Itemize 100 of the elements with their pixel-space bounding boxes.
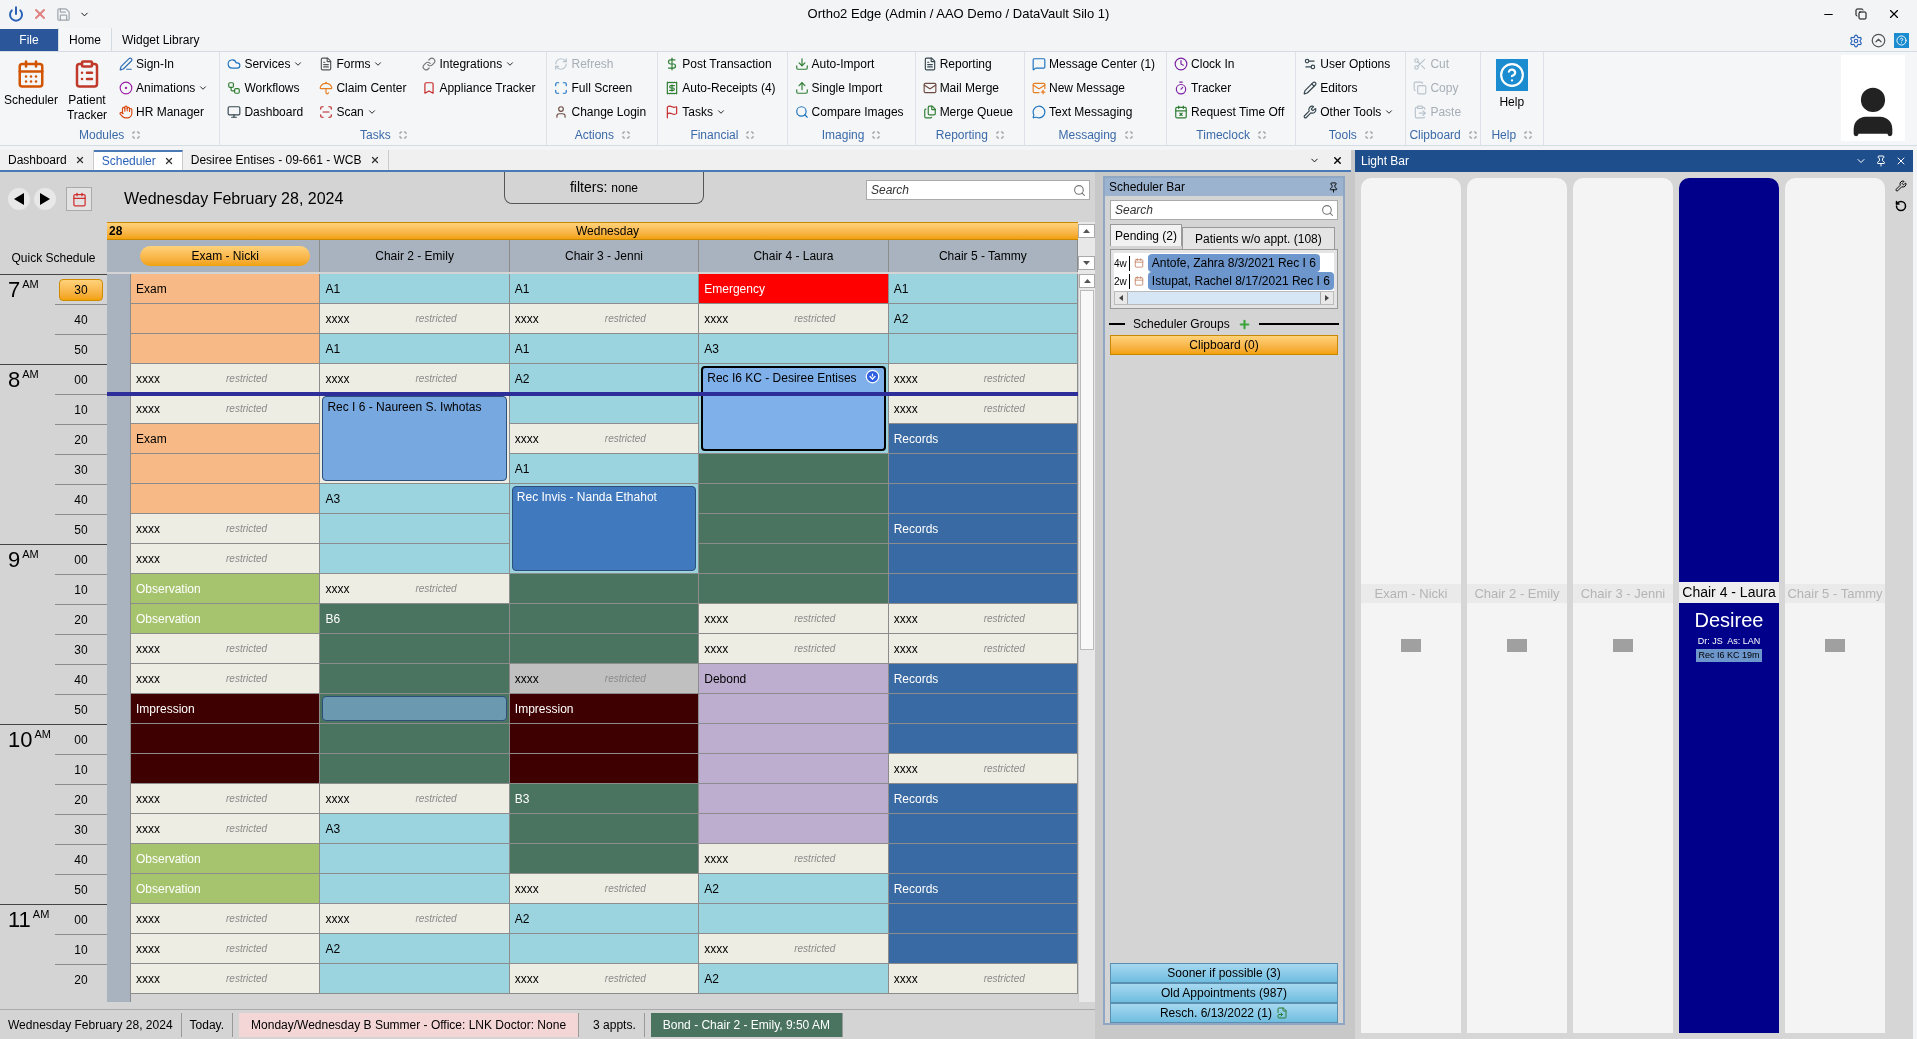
- clipboard-bar[interactable]: Clipboard (0): [1110, 335, 1338, 355]
- ribbon-button[interactable]: Appliance Tracker: [422, 79, 544, 97]
- dialog-launcher-icon[interactable]: [132, 131, 141, 139]
- schedule-slot[interactable]: A1: [888, 274, 1079, 304]
- group-bar[interactable]: Resch. 6/13/2022 (1): [1110, 1003, 1338, 1023]
- schedule-slot[interactable]: xxxx restricted: [509, 964, 700, 994]
- dialog-launcher-icon[interactable]: [1257, 131, 1266, 139]
- ribbon-button[interactable]: Animations: [119, 79, 217, 97]
- ribbon-button[interactable]: Mail Merge: [922, 79, 1021, 97]
- schedule-slot[interactable]: [509, 724, 700, 754]
- schedule-slot[interactable]: Records: [888, 514, 1079, 544]
- schedule-slot[interactable]: xxxx restricted: [320, 904, 510, 934]
- schedule-slot[interactable]: A1: [509, 274, 700, 304]
- schedule-slot[interactable]: [509, 754, 700, 784]
- ribbon-button[interactable]: HR Manager: [119, 103, 217, 121]
- minute-label[interactable]: 40: [59, 308, 103, 331]
- ribbon-button[interactable]: Help: [1483, 55, 1540, 127]
- panel-tab[interactable]: Pending (2): [1110, 224, 1183, 246]
- ribbon-button[interactable]: Auto-Import: [794, 55, 912, 73]
- ribbon-tab[interactable]: Home: [58, 27, 112, 51]
- schedule-slot[interactable]: xxxx restricted: [320, 784, 510, 814]
- settings-icon[interactable]: [1849, 33, 1863, 48]
- ribbon-button[interactable]: Message Center (1): [1032, 55, 1164, 73]
- ribbon-button[interactable]: Full Screen: [554, 79, 655, 97]
- restore-icon[interactable]: [1855, 8, 1867, 20]
- schedule-slot[interactable]: xxxx restricted: [699, 934, 889, 964]
- ribbon-button[interactable]: Scheduler: [3, 55, 59, 127]
- ribbon-button[interactable]: Forms: [319, 55, 415, 73]
- dialog-launcher-icon[interactable]: [746, 131, 755, 139]
- schedule-slot[interactable]: xxxx restricted: [131, 934, 321, 964]
- dialog-launcher-icon[interactable]: [622, 131, 630, 139]
- schedule-slot[interactable]: xxxx restricted: [888, 754, 1079, 784]
- schedule-slot[interactable]: Records: [888, 664, 1079, 694]
- power-icon[interactable]: [8, 6, 24, 22]
- schedule-slot[interactable]: A2: [509, 364, 700, 394]
- document-tab[interactable]: Dashboard: [0, 150, 94, 170]
- ribbon-button[interactable]: Tracker: [1174, 79, 1293, 97]
- close-icon[interactable]: [74, 155, 85, 165]
- pin-icon[interactable]: [1875, 155, 1887, 167]
- ribbon-button[interactable]: Post Transaction: [665, 55, 784, 73]
- minute-label[interactable]: 20: [59, 608, 103, 631]
- ribbon-button[interactable]: Integrations: [422, 55, 544, 73]
- previous-button[interactable]: [8, 188, 30, 210]
- close-icon[interactable]: [1887, 7, 1901, 21]
- pin-icon[interactable]: [1328, 181, 1339, 193]
- collapse-icon[interactable]: [1871, 33, 1886, 48]
- schedule-slot[interactable]: Impression: [509, 694, 700, 724]
- minute-label[interactable]: 40: [59, 668, 103, 691]
- schedule-slot[interactable]: xxxx restricted: [131, 634, 321, 664]
- schedule-slot[interactable]: Emergency: [699, 274, 889, 304]
- minute-label[interactable]: 40: [59, 848, 103, 871]
- ribbon-button[interactable]: Clock In: [1174, 55, 1293, 73]
- horizontal-scrollbar[interactable]: [1114, 291, 1334, 305]
- schedule-slot[interactable]: [509, 394, 700, 424]
- schedule-slot[interactable]: Records: [888, 424, 1079, 454]
- minute-label[interactable]: 30: [59, 458, 103, 481]
- close-icon[interactable]: [163, 156, 174, 166]
- schedule-slot[interactable]: xxxx restricted: [699, 304, 889, 334]
- schedule-slot[interactable]: xxxx restricted: [699, 844, 889, 874]
- ribbon-button[interactable]: Patient Tracker: [59, 55, 115, 127]
- scroll-down-button[interactable]: [1078, 256, 1095, 270]
- group-bar[interactable]: Sooner if possible (3): [1110, 963, 1338, 983]
- schedule-slot[interactable]: A2: [888, 304, 1079, 334]
- minute-label[interactable]: 30: [59, 278, 103, 301]
- calendar-button[interactable]: [66, 187, 92, 211]
- ribbon-button[interactable]: Compare Images: [794, 103, 912, 121]
- minute-label[interactable]: 30: [59, 818, 103, 841]
- ribbon-button[interactable]: Request Time Off: [1174, 103, 1293, 121]
- schedule-slot[interactable]: xxxx restricted: [131, 364, 321, 394]
- minute-label[interactable]: 30: [59, 638, 103, 661]
- ribbon-button[interactable]: Editors: [1303, 79, 1403, 97]
- help-icon[interactable]: [1894, 33, 1909, 48]
- scroll-thumb[interactable]: [1127, 292, 1321, 304]
- ribbon-button[interactable]: Reporting: [922, 55, 1021, 73]
- schedule-slot[interactable]: A2: [320, 934, 510, 964]
- ribbon-button[interactable]: Claim Center: [319, 79, 415, 97]
- minute-label[interactable]: 50: [59, 518, 103, 541]
- schedule-slot[interactable]: A2: [699, 874, 889, 904]
- minute-label[interactable]: 20: [59, 788, 103, 811]
- schedule-slot[interactable]: Records: [888, 784, 1079, 814]
- minute-label[interactable]: 10: [59, 758, 103, 781]
- ribbon-button[interactable]: Tasks: [665, 103, 784, 121]
- next-button[interactable]: [34, 188, 56, 210]
- column-header[interactable]: Chair 5 - Tammy: [930, 246, 1035, 266]
- minute-label[interactable]: 10: [59, 578, 103, 601]
- dialog-launcher-icon[interactable]: [872, 131, 881, 139]
- add-icon[interactable]: [1237, 317, 1251, 331]
- dialog-launcher-icon[interactable]: [995, 131, 1004, 139]
- minute-label[interactable]: 40: [59, 488, 103, 511]
- ribbon-button[interactable]: Scan: [319, 103, 415, 121]
- minute-label[interactable]: 00: [59, 548, 103, 571]
- ribbon-button[interactable]: User Options: [1303, 55, 1403, 73]
- schedule-slot[interactable]: [131, 724, 321, 754]
- schedule-slot[interactable]: A1: [320, 334, 510, 364]
- schedule-slot[interactable]: xxxx restricted: [888, 364, 1079, 394]
- ribbon-button[interactable]: Services: [227, 55, 312, 73]
- pending-item[interactable]: Antofe, Zahra 8/3/2021 Rec I 6: [1147, 254, 1320, 272]
- schedule-slot[interactable]: Records: [888, 874, 1079, 904]
- column-header[interactable]: Chair 4 - Laura: [745, 246, 842, 266]
- schedule-slot[interactable]: xxxx restricted: [888, 634, 1079, 664]
